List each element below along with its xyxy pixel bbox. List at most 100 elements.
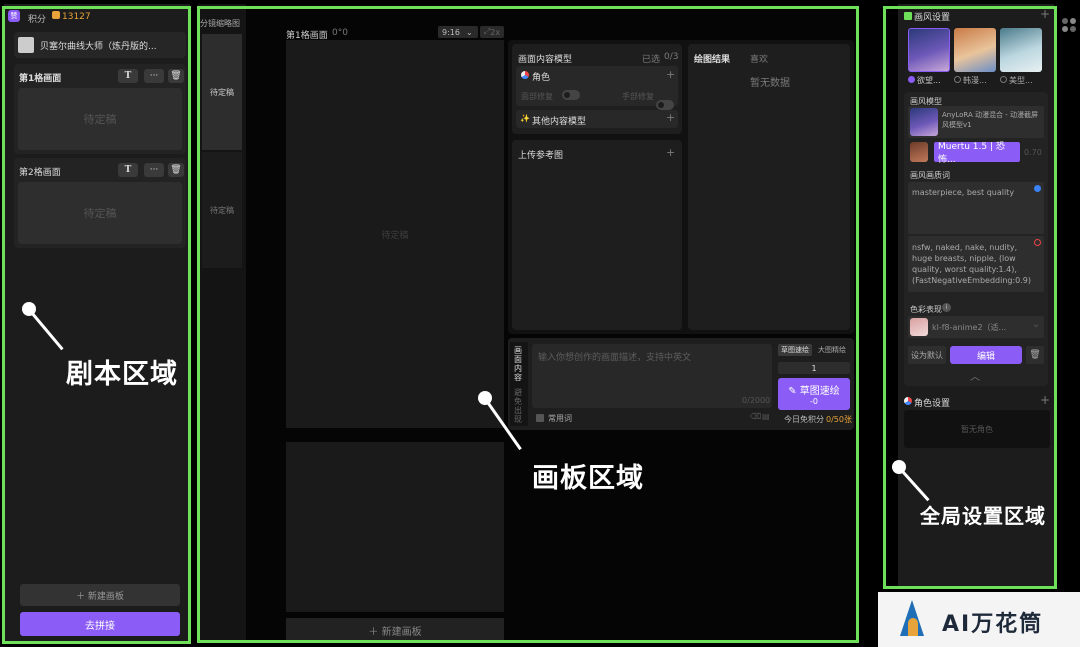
color-value: kl-f8-anime2（适... [932,323,1007,332]
coin-icon [52,11,60,19]
clear-icon[interactable]: ⌫ [750,412,761,421]
prompt-input[interactable]: 输入你想创作的画面描述，支持中英文 0/2000 [532,344,772,408]
mode-fine-tab[interactable]: 大图精绘 [814,344,850,356]
more-icon[interactable]: ··· [144,163,164,177]
panel-card-2[interactable]: 第2格画面 T ··· 🗑 待定稿 [14,158,186,248]
script-selector[interactable]: 贝塞尔曲线大师（炼丹版的... [14,32,186,58]
zoom-button[interactable]: ⤢ 2x [480,26,504,38]
trash-icon[interactable]: 🗑 [168,69,184,83]
script-title: 贝塞尔曲线大师（炼丹版的... [40,41,157,52]
text-tool-icon[interactable]: T [118,69,138,83]
new-board-button[interactable]: ＋ 新建画板 [20,584,180,606]
ratio-select[interactable]: 9:16 ⌄ [438,26,478,38]
role-icon [521,71,529,79]
positive-prompt: masterpiece, best quality [912,188,1015,197]
common-words-button[interactable]: 常用词 [548,413,572,424]
color-select[interactable]: kl-f8-anime2（适... ⌄ [908,316,1044,338]
positive-dot-icon [1034,185,1041,192]
selected-count: 0/3 [664,52,679,62]
negative-prompt-field[interactable]: nsfw, naked, nake, nudity, huge breasts,… [908,236,1044,292]
radio-icon[interactable] [954,76,961,83]
style-thumb-1[interactable] [908,28,950,72]
upload-reference-card[interactable]: 上传参考图 + [512,140,682,330]
storyboard-thumb-1[interactable]: 待定稿 [202,34,242,150]
content-model-card: 画面内容模型 已选 0/3 角色 + 面部修复 手部修复 ✨ 其他内容模型 + [512,44,682,134]
quantity-stepper[interactable]: 1 [778,362,850,374]
add-reference-icon[interactable]: + [666,146,675,159]
radio-icon[interactable] [1000,76,1007,83]
canvas-new-board-button[interactable]: ＋ 新建画板 [286,618,504,643]
trash-icon[interactable]: 🗑 [168,163,184,177]
hand-fix-label: 手部修复 [622,92,654,101]
results-empty: 暂无数据 [750,78,790,89]
style-thumb-2[interactable] [954,28,996,72]
color-thumb [910,318,928,336]
lora-name[interactable]: Muertu 1.5 | 恐怖... [934,142,1020,165]
face-fix-toggle[interactable] [562,90,580,100]
other-model-row[interactable]: ✨ 其他内容模型 + [516,110,678,128]
positive-prompt-field[interactable]: masterpiece, best quality [908,182,1044,234]
generate-button[interactable]: ✎ 草图速绘 -0 [778,378,850,410]
role-section: 角色 + 面部修复 手部修复 [516,66,678,110]
text-tool-icon[interactable]: T [118,163,138,177]
model-selector[interactable]: AnyLoRA 动漫混合 - 动漫截屏风模型v1 [908,106,1044,138]
copy-icon[interactable]: ▤ [762,412,770,421]
content-tab[interactable]: 画面内容 [514,346,524,382]
role-label: 角色 [532,73,551,83]
add-role-icon[interactable]: + [1040,393,1050,407]
set-default-button[interactable]: 设为默认 [908,346,946,364]
more-icon[interactable]: ··· [144,69,164,83]
negative-prompt: nsfw, naked, nake, nudity, huge breasts,… [912,243,1032,285]
style-detail-card: 画风模型 AnyLoRA 动漫混合 - 动漫截屏风模型v1 Muertu 1.5… [904,92,1048,386]
generate-label: 草图速绘 [799,386,840,397]
lora-weight: 0.70 [1024,148,1042,157]
chevron-up-icon[interactable]: ︿ [970,368,980,383]
style-opt-3: 美型... [1009,76,1033,85]
panel-card-1[interactable]: 第1格画面 T ··· 🗑 待定稿 [14,64,186,154]
storyboard-column: 分镜缩略图 待定稿 待定稿 [198,4,246,643]
points-label: 积分 [28,15,47,25]
quality-title: 画风画质词 [910,171,950,180]
palette-icon [904,12,912,20]
watermark-text: AI万花筒 [942,612,1044,637]
sparkle-icon: ✨ [520,114,530,123]
info-icon[interactable]: i [942,303,951,312]
panel-preview[interactable]: 待定稿 [18,182,182,244]
hand-fix-toggle[interactable] [656,100,674,110]
edit-button[interactable]: 编辑 [950,346,1022,364]
watermark-logo-accent [908,618,918,636]
style-opt-1: 欲望... [917,76,941,85]
lora-row[interactable]: Muertu 1.5 | 恐怖... 0.70 [908,142,1044,165]
model-name: AnyLoRA 动漫混合 - 动漫截屏风模型v1 [942,111,1038,129]
ratio-value: 9:16 [442,27,460,37]
grid-apps-icon[interactable] [1062,18,1076,32]
add-other-model-icon[interactable]: + [666,111,675,124]
upload-title: 上传参考图 [518,151,564,161]
panel-preview[interactable]: 待定稿 [18,88,182,150]
role-settings-title: 角色设置 [914,399,951,409]
style-thumb-3[interactable] [1000,28,1042,72]
chevron-down-icon: ⌄ [465,27,473,37]
add-role-icon[interactable]: + [666,68,675,81]
prompt-region: 画面内容 避免出现 输入你想创作的画面描述，支持中英文 0/2000 常用词 ⌫… [508,338,854,430]
results-tab[interactable]: 绘图结果 [694,52,730,65]
daily-value: 0/50张 [826,415,852,424]
script-avatar [18,37,34,53]
canvas-frame[interactable]: 待定稿 [286,40,504,428]
canvas-frame-2[interactable] [286,442,504,612]
app-logo-icon: 赞 [8,10,20,22]
storyboard-thumb-2[interactable]: 待定稿 [202,152,242,268]
style-thumbs: 欲望... 韩漫... 美型... [904,26,1048,88]
avoid-tab[interactable]: 避免出现 [514,388,524,424]
storyboard-tab[interactable]: 分镜缩略图 [200,18,240,29]
mode-sketch-tab[interactable]: 草图速绘 [778,344,812,356]
add-style-icon[interactable]: + [1040,7,1050,21]
radio-checked-icon[interactable] [908,76,915,83]
stitch-button[interactable]: 去拼接 [20,612,180,636]
trash-icon[interactable]: 🗑 [1026,346,1044,364]
fav-tab[interactable]: 喜欢 [750,52,768,65]
results-card: 绘图结果 喜欢 暂无数据 [688,44,850,330]
lora-thumb [910,142,928,162]
chevron-down-icon: ⌄ [1032,319,1041,330]
generate-cost: -0 [810,397,818,406]
